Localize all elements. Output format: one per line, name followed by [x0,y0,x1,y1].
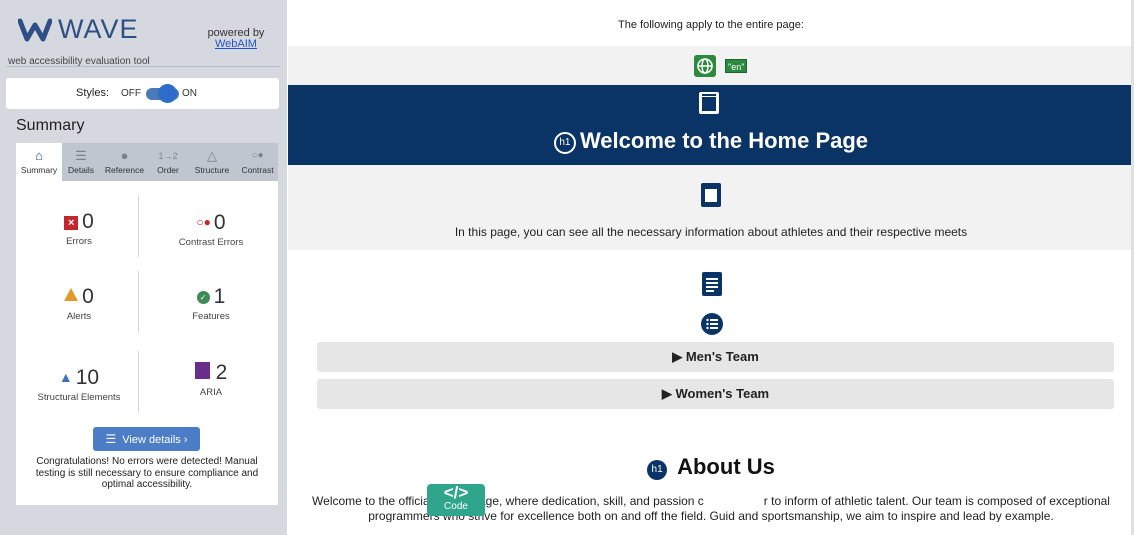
styles-toggle-box: Styles: OFF ON [6,78,279,109]
summary-panel: × 0 Errors ○● 0 Contrast Errors 0 Alerts ✓… [16,181,278,505]
accordion-womens-team[interactable]: ▶ Women's Team [317,379,1114,409]
stat-contrast-errors-label: Contrast Errors [178,237,244,248]
welcome-paragraph: Welcome to the official Home Page, where… [303,494,1119,522]
powered-by: powered by WebAIM [196,28,276,50]
page-level-icons: "en" [288,46,1134,85]
intro-text: In this page, you can see all the necess… [454,225,968,239]
tab-structure-label: Structure [194,165,230,175]
congrats-message: Congratulations! No errors were detected… [35,456,259,490]
styles-on-label: ON [182,88,197,99]
stat-contrast-errors-value: 0 [213,211,226,234]
stat-alerts-value-row: 0 [19,286,139,308]
code-icon: </> [443,483,469,502]
stat-structural-value-row: ▲ 10 [19,366,139,389]
stat-features-value-row: ✓ 1 [151,286,271,308]
styles-off-label: OFF [121,88,141,99]
stat-errors[interactable]: × 0 Errors [19,211,139,247]
stat-alerts-value: 0 [82,285,94,308]
tab-order[interactable]: 1→2 Order [149,143,187,181]
stat-features-label: Features [192,311,230,322]
code-toggle-button[interactable]: </> Code [427,484,485,516]
about-heading-text: About Us [677,454,775,479]
welcome-text-left: Welcome to the official Home Page, where… [312,494,704,508]
view-details-label: View details › [122,434,188,446]
styles-label: Styles: [76,87,110,99]
order-icon: 1→2 [158,151,178,161]
contrast-icon: ○● [251,150,264,161]
tab-contrast[interactable]: ○● Contrast [237,143,278,181]
tab-details-label: Details [68,165,94,175]
panel-tabs: ⌂ Summary ☰ Details ● Reference 1→2 Orde… [16,143,278,181]
stat-errors-label: Errors [66,236,92,247]
language-globe-icon[interactable] [694,55,716,77]
accordion-mens-team[interactable]: ▶ Men's Team [317,342,1114,372]
contrast-error-icon: ○● [196,215,211,229]
wave-logo-icon [18,18,52,42]
wave-tagline: web accessibility evaluation tool [8,56,150,67]
tab-reference-label: Reference [104,165,145,175]
stat-errors-value-row: × 0 [19,211,139,233]
summary-heading: Summary [16,117,85,134]
tab-structure[interactable]: △ Structure [187,143,237,181]
evaluated-page: The following apply to the entire page: … [288,0,1134,535]
header-region-icon[interactable] [698,91,720,115]
stat-structural-label: Structural Elements [37,392,121,403]
stat-errors-value: 0 [82,210,94,233]
tab-contrast-label: Contrast [241,165,274,175]
page-level-note: The following apply to the entire page: [618,19,804,31]
structure-icon: △ [207,148,217,163]
structure-icon: ▲ [58,369,73,385]
stat-structural[interactable]: ▲ 10 Structural Elements [19,366,139,404]
feature-check-icon: ✓ [196,291,210,304]
list-icon[interactable] [701,313,723,335]
wave-brand-header: WAVE powered by WebAIM web accessibility… [6,5,280,67]
welcome-text-right: r to inform of athletic talent. Our team… [763,494,1110,508]
about-heading: h1 About Us [303,454,1119,480]
page-title: h1 Welcome to the Home Page [288,128,1134,154]
tab-details[interactable]: ☰ Details [62,143,100,181]
region-icon[interactable] [701,183,721,207]
stat-aria-label: ARIA [199,387,223,398]
alert-icon [64,288,79,301]
h1-badge-icon[interactable]: h1 [647,460,668,480]
tab-reference[interactable]: ● Reference [100,143,149,181]
aria-icon [194,362,210,379]
tab-order-label: Order [157,165,179,175]
h1-badge-icon[interactable]: h1 [553,132,576,154]
tab-summary[interactable]: ⌂ Summary [16,143,62,181]
wave-app: WAVE powered by WebAIM web accessibility… [0,0,1134,535]
code-button-label: Code [444,501,468,512]
home-icon: ⌂ [35,148,43,163]
stat-structural-value: 10 [75,366,100,389]
view-details-button[interactable]: ☰ View details › [93,427,200,451]
tab-summary-label: Summary [20,165,58,175]
stat-alerts-label: Alerts [66,311,92,322]
main-region-icon[interactable] [702,272,722,296]
page-header-banner: h1 Welcome to the Home Page [288,85,1134,165]
stat-contrast-errors[interactable]: ○● 0 Contrast Errors [151,211,271,249]
language-tag[interactable]: "en" [725,59,748,73]
stat-contrast-value-row: ○● 0 [151,211,271,234]
wave-logo-text: WAVE [58,14,139,44]
list-icon: ☰ [75,148,87,163]
intro-section: In this page, you can see all the necess… [288,165,1134,250]
error-icon: × [64,216,79,230]
stat-aria-value-row: 2 [151,362,271,384]
webaim-link[interactable]: WebAIM [196,39,276,50]
stat-alerts[interactable]: 0 Alerts [19,286,139,322]
stat-aria-value: 2 [215,361,228,384]
main-content: ▶ Men's Team ▶ Women's Team h1 About Us W… [303,250,1119,535]
stat-features[interactable]: ✓ 1 Features [151,286,271,323]
page-title-text: Welcome to the Home Page [579,128,869,153]
stat-aria[interactable]: 2 ARIA [151,362,271,398]
list-icon: ☰ [105,432,117,446]
styles-toggle-knob[interactable] [158,84,177,103]
stat-features-value: 1 [213,285,226,308]
wave-sidebar: WAVE powered by WebAIM web accessibility… [0,0,287,535]
info-icon: ● [120,148,129,163]
